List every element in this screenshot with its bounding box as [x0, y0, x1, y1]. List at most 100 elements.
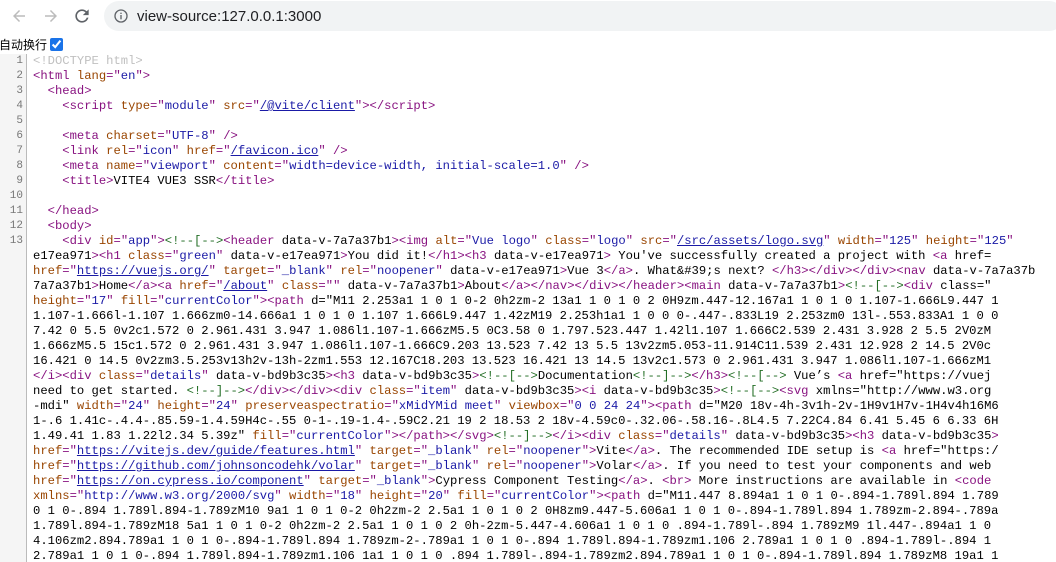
- info-circle-icon[interactable]: [113, 8, 129, 24]
- source-line-segment: 2.789a1 1 0 1 0-.894 1.789l.894-1.789zm1…: [0, 549, 1056, 562]
- line-number: 7: [16, 145, 23, 157]
- source-text: 1.666zM5.5 15c1.572 0 2.961.431 3.947 1.…: [33, 339, 992, 353]
- doctype: <!DOCTYPE html>: [33, 54, 143, 68]
- source-line-segment: href="https://vuejs.org/" target="_blank…: [0, 264, 1056, 279]
- source-line: 3 <head>: [0, 84, 1056, 99]
- source-line-segment: -mdi" width="24" height="24" preserveasp…: [0, 399, 1056, 414]
- source-line-segment: e17ea971><h1 class="green" data-v-e17ea9…: [0, 249, 1056, 264]
- source-line-segment: 1.666zM5.5 15c1.572 0 2.961.431 3.947 1.…: [0, 339, 1056, 354]
- line-number: 4: [16, 100, 23, 112]
- line-wrap-label[interactable]: 自动换行: [0, 36, 47, 53]
- line-number: [0, 309, 27, 324]
- line-number: [0, 414, 27, 429]
- line-number: [0, 264, 27, 279]
- line-number: [0, 384, 27, 399]
- line-number: [0, 549, 27, 562]
- source-text: 7.42 0 5.5 0v2c1.572 0 2.961.431 3.947 1…: [33, 324, 992, 338]
- source-line: 1 <!DOCTYPE html>: [0, 54, 1056, 69]
- source-line-segment: 13 <div id="app"><!--[--><header data-v-…: [0, 234, 1056, 249]
- line-number: [0, 294, 27, 309]
- line-number: 13: [9, 235, 23, 247]
- source-text: 7a7a37b1>Home</a><a href="/about" class=…: [33, 279, 992, 293]
- source-line: 2 <html lang="en">: [0, 69, 1056, 84]
- source-text: href="https://github.com/johnsoncodehk/v…: [33, 459, 992, 473]
- source-line-segment: xmlns="http://www.w3.org/2000/svg" width…: [0, 489, 1056, 504]
- source-text: href="https://on.cypress.io/component" t…: [33, 474, 992, 488]
- source-link[interactable]: /@vite/client: [260, 99, 355, 113]
- source-line-segment: 1.789l.894-1.789zM18 5a1 1 0 1 0-2 0h2zm…: [0, 519, 1056, 534]
- line-number: [0, 249, 27, 264]
- source-text: 16.421 0 14.5 0v2zm3.5.253v13h2v-13h-2zm…: [33, 354, 992, 368]
- source-line-13: 13 <div id="app"><!--[--><header data-v-…: [0, 234, 1056, 562]
- source-text: 1.49.41 1.83 1.22l2.34 5.39z" fill="curr…: [33, 429, 999, 443]
- source-text: need to get started. <!--]--></div></div…: [33, 384, 992, 398]
- address-bar[interactable]: view-source:127.0.0.1:3000: [104, 1, 1056, 31]
- source-line: 6 <meta charset="UTF-8" />: [0, 129, 1056, 144]
- source-line: 12 <body>: [0, 219, 1056, 234]
- line-number: [0, 489, 27, 504]
- line-number: 1: [16, 55, 23, 67]
- source-line-segment: 16.421 0 14.5 0v2zm3.5.253v13h2v-13h-2zm…: [0, 354, 1056, 369]
- reload-icon: [75, 9, 89, 23]
- line-wrap-checkbox[interactable]: [50, 37, 64, 51]
- source-line-segment: 1-.6 1.41c-.4.4-.85.59-1.4.59H4c-.55 0-1…: [0, 414, 1056, 429]
- source-text: href="https://vuejs.org/" target="_blank…: [33, 264, 1036, 278]
- arrow-left-icon: [13, 10, 25, 22]
- source-view: 1 <!DOCTYPE html> 2 <html lang="en"> 3 <he…: [0, 54, 1056, 562]
- source-text: 2.789a1 1 0 1 0-.894 1.789l.894-1.789zm1…: [33, 549, 999, 562]
- browser-toolbar: view-source:127.0.0.1:3000: [0, 0, 1056, 33]
- source-text: e17ea971><h1 class="green" data-v-e17ea9…: [33, 249, 992, 263]
- source-line-segment: 1.107-1.666l-1.107 1.666zm0-14.666a1 1 0…: [0, 309, 1056, 324]
- reload-button[interactable]: [71, 5, 93, 27]
- line-number: [0, 444, 27, 459]
- source-line: 10: [0, 189, 1056, 204]
- line-number: [0, 354, 27, 369]
- source-line-segment: height="17" fill="currentColor"><path d=…: [0, 294, 1056, 309]
- source-line-segment: href="https://github.com/johnsoncodehk/v…: [0, 459, 1056, 474]
- source-line: 8 <meta name="viewport" content="width=d…: [0, 159, 1056, 174]
- source-line-segment: href="https://vitejs.dev/guide/features.…: [0, 444, 1056, 459]
- line-number: [0, 474, 27, 489]
- source-line: 4 <script type="module" src="/@vite/clie…: [0, 99, 1056, 114]
- line-number: [0, 534, 27, 549]
- source-text: href="https://vitejs.dev/guide/features.…: [33, 444, 999, 458]
- title-text: VITE4 VUE3 SSR: [113, 174, 216, 188]
- line-number: [0, 504, 27, 519]
- source-text: height="17" fill="currentColor"><path d=…: [33, 294, 999, 308]
- source-text: </i><div class="details" data-v-bd9b3c35…: [33, 369, 992, 383]
- source-text: xmlns="http://www.w3.org/2000/svg" width…: [33, 489, 999, 503]
- source-line: 9 <title>VITE4 VUE3 SSR</title>: [0, 174, 1056, 189]
- line-number: [0, 369, 27, 384]
- line-wrap-option: 自动换行: [0, 34, 64, 54]
- line-number: 10: [9, 190, 23, 202]
- source-line-segment: 0 1 0-.894 1.789l.894-1.789zM10 9a1 1 0 …: [0, 504, 1056, 519]
- line-number: 9: [16, 175, 23, 187]
- source-text: -mdi" width="24" height="24" preserveasp…: [33, 399, 999, 413]
- source-line: 7 <link rel="icon" href="/favicon.ico" /…: [0, 144, 1056, 159]
- source-link[interactable]: /favicon.ico: [231, 144, 319, 158]
- source-line-segment: </i><div class="details" data-v-bd9b3c35…: [0, 369, 1056, 384]
- forward-button[interactable]: [40, 5, 62, 27]
- arrow-right-icon: [45, 10, 57, 22]
- line-number: 3: [16, 85, 23, 97]
- source-line-segment: need to get started. <!--]--></div></div…: [0, 384, 1056, 399]
- line-number: [0, 459, 27, 474]
- line-number: 2: [16, 70, 23, 82]
- source-line-segment: href="https://on.cypress.io/component" t…: [0, 474, 1056, 489]
- source-text: <div id="app"><!--[--><header data-v-7a7…: [62, 234, 1014, 248]
- line-number: [0, 324, 27, 339]
- source-text: 0 1 0-.894 1.789l.894-1.789zM10 9a1 1 0 …: [33, 504, 999, 518]
- source-line-segment: 4.106zm2.894.789a1 1 0 1 0-.894-1.789l.8…: [0, 534, 1056, 549]
- line-number: 8: [16, 160, 23, 172]
- line-number: [0, 279, 27, 294]
- source-text: 1.789l.894-1.789zM18 5a1 1 0 1 0-2 0h2zm…: [33, 519, 992, 533]
- source-line: 5: [0, 114, 1056, 129]
- source-text: 1-.6 1.41c-.4.4-.85.59-1.4.59H4c-.55 0-1…: [33, 414, 999, 428]
- line-number: 5: [16, 115, 23, 127]
- source-line-segment: 7.42 0 5.5 0v2c1.572 0 2.961.431 3.947 1…: [0, 324, 1056, 339]
- source-line-segment: 1.49.41 1.83 1.22l2.34 5.39z" fill="curr…: [0, 429, 1056, 444]
- back-button[interactable]: [8, 5, 30, 27]
- source-text: 4.106zm2.894.789a1 1 0 1 0-.894-1.789l.8…: [33, 534, 992, 548]
- line-number: 12: [9, 220, 23, 232]
- url-text[interactable]: view-source:127.0.0.1:3000: [137, 8, 321, 25]
